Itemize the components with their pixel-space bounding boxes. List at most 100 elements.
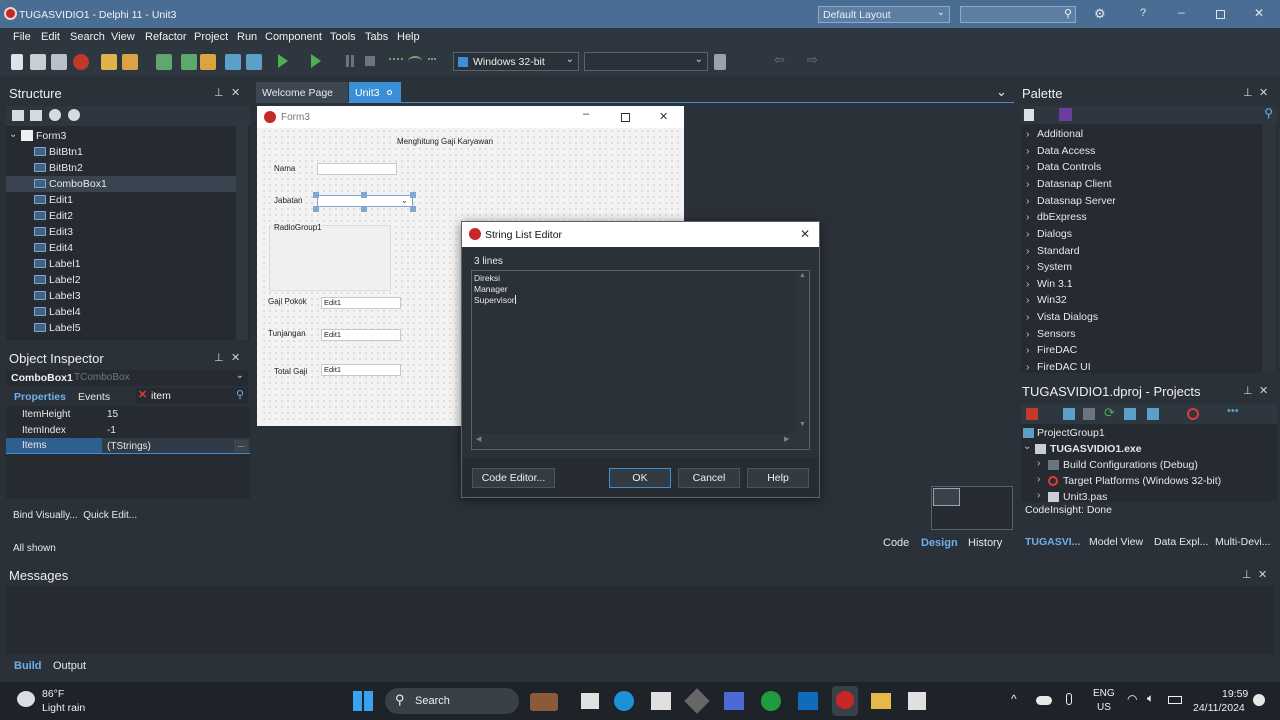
- help-icon[interactable]: ?: [1140, 7, 1146, 19]
- palette-item[interactable]: › Win 3.1: [1026, 278, 1073, 290]
- close-icon[interactable]: ✕: [1259, 384, 1268, 397]
- search-icon[interactable]: ⚲: [1264, 106, 1273, 120]
- palette-search-bar[interactable]: ⚲: [1021, 106, 1277, 124]
- tree-item-label4[interactable]: Label4: [6, 304, 236, 320]
- tab-properties[interactable]: Properties: [14, 391, 66, 403]
- store-icon[interactable]: [651, 692, 671, 710]
- close-icon[interactable]: ✕: [1254, 6, 1264, 20]
- add-project-icon[interactable]: [1063, 408, 1075, 420]
- delete-icon[interactable]: [30, 110, 42, 121]
- move-down-icon[interactable]: [68, 109, 80, 121]
- platform-select[interactable]: Windows 32-bit ⌄: [453, 52, 579, 71]
- tree-item-edit4[interactable]: Edit4: [6, 240, 236, 256]
- tab-data-explorer[interactable]: Data Expl...: [1154, 536, 1208, 548]
- start-icon[interactable]: [353, 691, 373, 711]
- close-icon[interactable]: ✕: [231, 351, 240, 364]
- palette-menu-icon[interactable]: [1024, 109, 1034, 121]
- tree-item-edit1[interactable]: Edit1: [6, 192, 236, 208]
- palette-item[interactable]: › Dialogs: [1026, 228, 1072, 240]
- tray-expand-icon[interactable]: ^: [1011, 692, 1017, 706]
- tab-unit3[interactable]: Unit3: [349, 82, 401, 103]
- property-row-selected[interactable]: Items (TStrings) ...: [6, 438, 250, 454]
- pin-icon[interactable]: ⊥: [1243, 86, 1253, 99]
- run-without-debug-icon[interactable]: [311, 54, 321, 68]
- palette-item[interactable]: › Data Controls: [1026, 161, 1101, 173]
- microphone-icon[interactable]: [1066, 693, 1072, 705]
- new-items-icon[interactable]: [30, 54, 46, 70]
- tab-history[interactable]: History: [968, 537, 1002, 549]
- tree-item-label1[interactable]: Label1: [6, 256, 236, 272]
- bind-links[interactable]: Bind Visually... Quick Edit...: [13, 510, 137, 521]
- palette-item[interactable]: › Datasnap Server: [1026, 195, 1116, 207]
- tab-model-view[interactable]: Model View: [1089, 536, 1143, 548]
- tree-item-combobox1[interactable]: ComboBox1: [6, 176, 236, 192]
- save-all-icon[interactable]: [181, 54, 197, 70]
- tab-build[interactable]: Build: [14, 660, 42, 672]
- visual-studio-icon[interactable]: [724, 692, 744, 710]
- tab-projects[interactable]: TUGASVI...: [1025, 536, 1080, 548]
- menu-refactor[interactable]: Refactor: [145, 31, 187, 43]
- tab-design[interactable]: Design: [921, 537, 958, 549]
- palette-item[interactable]: › Sensors: [1026, 328, 1076, 340]
- palette-item[interactable]: › Additional: [1026, 128, 1083, 140]
- tree-root[interactable]: ⌄ Form3: [6, 128, 236, 144]
- menu-component[interactable]: Component: [265, 31, 322, 43]
- snipping-icon[interactable]: [908, 692, 926, 710]
- scroll-left-icon[interactable]: ◀: [476, 435, 481, 443]
- scroll-down-icon[interactable]: ▼: [799, 421, 806, 428]
- restore-icon[interactable]: [1216, 10, 1225, 19]
- settings-icon[interactable]: ⚙: [1094, 6, 1106, 22]
- palette-category-icon[interactable]: [1059, 108, 1072, 121]
- pause-icon[interactable]: [346, 55, 354, 67]
- step-over-icon[interactable]: [389, 58, 403, 64]
- target-icon[interactable]: [1187, 408, 1199, 420]
- run-to-cursor-icon[interactable]: [428, 58, 436, 64]
- menu-run[interactable]: Run: [237, 31, 257, 43]
- layout-icon[interactable]: [1083, 408, 1095, 420]
- battery-icon[interactable]: [1168, 696, 1182, 704]
- cancel-button[interactable]: Cancel: [678, 468, 740, 488]
- property-row[interactable]: ItemIndex -1: [6, 422, 250, 438]
- open-file-icon[interactable]: [200, 54, 216, 70]
- pin-icon[interactable]: ⊥: [214, 86, 224, 99]
- refresh-icon[interactable]: ⟳: [1104, 405, 1115, 421]
- wifi-icon[interactable]: ◠: [1127, 692, 1137, 706]
- property-value[interactable]: (TStrings): [107, 441, 151, 452]
- property-value[interactable]: 15: [107, 409, 118, 420]
- scroll-up-icon[interactable]: ▲: [799, 272, 806, 279]
- tree-item-label2[interactable]: Label2: [6, 272, 236, 288]
- tab-welcome-page[interactable]: Welcome Page: [256, 82, 348, 103]
- build-icon[interactable]: [1147, 408, 1159, 420]
- horizontal-scrollbar[interactable]: [473, 434, 795, 447]
- palette-item[interactable]: › Data Access: [1026, 145, 1095, 157]
- palette-item[interactable]: › Win32: [1026, 294, 1067, 306]
- notification-icon[interactable]: [1253, 694, 1265, 706]
- palette-scrollbar[interactable]: [1262, 124, 1276, 373]
- add-icon[interactable]: [12, 110, 24, 121]
- project-options-icon[interactable]: [1026, 408, 1038, 420]
- move-up-icon[interactable]: [49, 109, 61, 121]
- minimize-icon[interactable]: –: [1178, 5, 1185, 19]
- onedrive-icon[interactable]: [1036, 696, 1052, 705]
- open-project-icon[interactable]: [101, 54, 117, 70]
- input-lang-1[interactable]: ENG: [1093, 688, 1115, 699]
- tree-item-bitbtn2[interactable]: BitBtn2: [6, 160, 236, 176]
- palette-item[interactable]: › Standard: [1026, 245, 1080, 257]
- menu-view[interactable]: View: [111, 31, 135, 43]
- tab-output[interactable]: Output: [53, 660, 86, 672]
- help-button[interactable]: Help: [747, 468, 809, 488]
- palette-item[interactable]: › FireDAC UI: [1026, 361, 1091, 373]
- weather-icon[interactable]: [17, 691, 35, 707]
- lines-textarea[interactable]: Direksi Manager Supervisor ▲ ▼ ◀ ▶: [471, 270, 810, 450]
- new-file-icon[interactable]: [11, 54, 23, 70]
- close-icon[interactable]: ✕: [800, 227, 810, 241]
- title-search-input[interactable]: ⚲: [960, 6, 1076, 23]
- delphi-project-icon[interactable]: [73, 54, 89, 70]
- task-view-icon[interactable]: [581, 693, 599, 709]
- tree-item-label5[interactable]: Label5: [6, 320, 236, 336]
- news-icon[interactable]: [530, 693, 558, 711]
- volume-icon[interactable]: 🔈︎: [1147, 691, 1154, 706]
- ok-button[interactable]: OK: [609, 468, 671, 488]
- menu-file[interactable]: File: [13, 31, 31, 43]
- save-icon[interactable]: [156, 54, 172, 70]
